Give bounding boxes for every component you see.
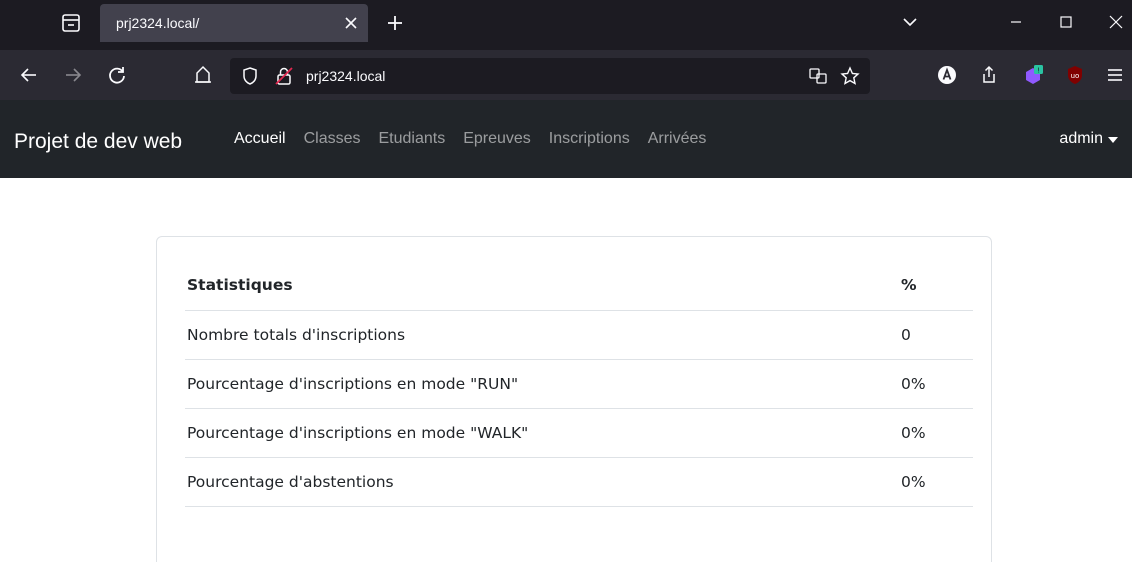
navbar-brand[interactable]: Projet de dev web: [14, 130, 182, 154]
row-value: 0: [899, 310, 973, 360]
svg-text:!: !: [1037, 67, 1040, 75]
row-value: 0%: [899, 359, 973, 409]
navbar-links: Accueil Classes Etudiants Epreuves Inscr…: [234, 130, 706, 148]
header-percent: %: [899, 261, 973, 311]
account-avatar-icon[interactable]: [936, 64, 958, 86]
user-name: admin: [1059, 130, 1103, 147]
hamburger-menu-icon[interactable]: [1104, 64, 1126, 86]
bookmark-star-icon[interactable]: [840, 66, 860, 86]
maximize-icon[interactable]: [1058, 14, 1074, 30]
nav-link-inscriptions[interactable]: Inscriptions: [549, 130, 630, 148]
insecure-lock-icon[interactable]: [274, 66, 294, 86]
nav-link-etudiants[interactable]: Etudiants: [378, 130, 445, 148]
back-arrow-icon[interactable]: [18, 64, 40, 86]
table-row: Pourcentage d'inscriptions en mode "RUN"…: [185, 359, 973, 409]
main-content: Statistiques % Nombre totals d'inscripti…: [0, 178, 1132, 562]
chevron-down-icon[interactable]: [902, 14, 918, 30]
close-window-icon[interactable]: [1108, 14, 1124, 30]
url-text: prj2324.local: [306, 68, 386, 84]
table-row: Pourcentage d'inscriptions en mode "WALK…: [185, 408, 973, 458]
app-navbar: Projet de dev web Accueil Classes Etudia…: [0, 100, 1132, 178]
caret-down-icon: [1108, 137, 1118, 143]
close-tab-icon[interactable]: [342, 14, 360, 32]
minimize-icon[interactable]: [1008, 14, 1024, 30]
nav-link-arrivees[interactable]: Arrivées: [648, 130, 707, 148]
stats-card: Statistiques % Nombre totals d'inscripti…: [156, 236, 992, 562]
nav-link-accueil[interactable]: Accueil: [234, 130, 286, 148]
header-statistiques: Statistiques: [185, 261, 899, 311]
row-value: 0%: [899, 408, 973, 458]
ublock-origin-icon[interactable]: uo: [1064, 64, 1086, 86]
row-label: Pourcentage d'inscriptions en mode "WALK…: [185, 408, 899, 458]
table-header-row: Statistiques %: [185, 261, 973, 311]
bookmark-home-icon[interactable]: [192, 64, 214, 86]
shield-icon[interactable]: [240, 66, 260, 86]
browser-tab[interactable]: prj2324.local/: [100, 4, 368, 42]
browser-toolbar: prj2324.local ! uo: [0, 50, 1132, 100]
reload-icon[interactable]: [106, 64, 128, 86]
browser-tab-strip: prj2324.local/: [0, 0, 1132, 50]
extension-icon[interactable]: !: [1022, 64, 1044, 86]
share-icon[interactable]: [978, 64, 1000, 86]
translate-icon[interactable]: [808, 66, 828, 86]
row-label: Pourcentage d'abstentions: [185, 457, 899, 507]
user-menu-dropdown[interactable]: admin: [1059, 130, 1118, 148]
new-tab-icon[interactable]: [386, 14, 404, 32]
nav-link-classes[interactable]: Classes: [304, 130, 361, 148]
row-value: 0%: [899, 457, 973, 507]
address-bar[interactable]: prj2324.local: [230, 58, 870, 94]
table-row: Nombre totals d'inscriptions 0: [185, 310, 973, 360]
forward-arrow-icon[interactable]: [62, 64, 84, 86]
row-label: Pourcentage d'inscriptions en mode "RUN": [185, 359, 899, 409]
nav-link-epreuves[interactable]: Epreuves: [463, 130, 531, 148]
stats-table: Statistiques % Nombre totals d'inscripti…: [185, 261, 973, 507]
tab-list-icon[interactable]: [60, 12, 82, 34]
tab-title: prj2324.local/: [116, 15, 200, 31]
row-label: Nombre totals d'inscriptions: [185, 310, 899, 360]
svg-text:uo: uo: [1071, 72, 1080, 80]
table-row: Pourcentage d'abstentions 0%: [185, 457, 973, 507]
